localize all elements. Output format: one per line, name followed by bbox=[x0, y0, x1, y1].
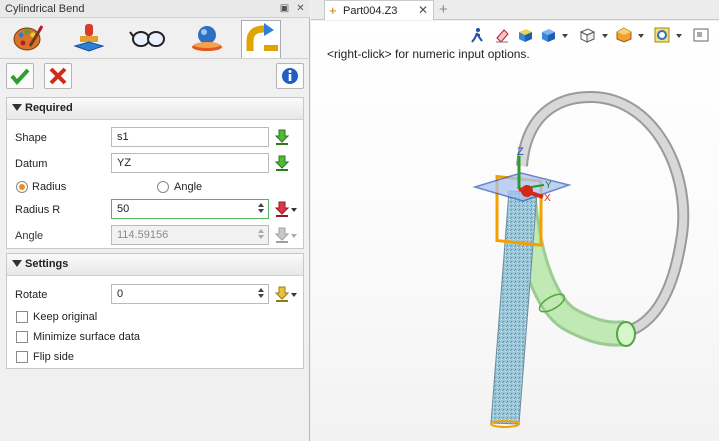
required-title: Required bbox=[25, 102, 73, 114]
part-icon: + bbox=[329, 3, 337, 18]
cylindrical-bend-panel: Cylindrical Bend ▣ ✕ Required Shape s1 D… bbox=[0, 0, 310, 441]
panel-title: Cylindrical Bend bbox=[5, 3, 85, 15]
ok-button[interactable] bbox=[6, 63, 34, 89]
axis-x-label: X bbox=[544, 193, 551, 204]
rotate-input[interactable]: 0 bbox=[111, 284, 269, 304]
angle-option-label: Angle bbox=[174, 181, 203, 193]
action-bar bbox=[0, 58, 310, 92]
pick-shape-icon[interactable] bbox=[275, 129, 289, 145]
angle-options-dropdown-icon bbox=[291, 234, 297, 238]
3d-viewport[interactable]: <right-click> for numeric input options. bbox=[311, 21, 719, 441]
rotate-options-dropdown-icon[interactable] bbox=[291, 293, 297, 297]
pick-datum-icon[interactable] bbox=[275, 155, 289, 171]
sphere-wrap-icon[interactable] bbox=[187, 20, 227, 56]
radius-options-dropdown-icon[interactable] bbox=[291, 208, 297, 212]
shape-label: Shape bbox=[15, 132, 47, 144]
cylindrical-bend-icon[interactable] bbox=[241, 20, 281, 58]
settings-header[interactable]: Settings bbox=[7, 254, 303, 276]
radius-input[interactable]: 50 bbox=[111, 199, 269, 219]
rotate-spinner[interactable] bbox=[257, 287, 265, 301]
rotate-label: Rotate bbox=[15, 289, 48, 301]
collapse-arrow-icon bbox=[12, 104, 22, 111]
shape-field[interactable]: s1 bbox=[111, 127, 269, 147]
stamp-icon[interactable] bbox=[70, 20, 110, 56]
minimize-surface-label: Minimize surface data bbox=[33, 331, 140, 343]
angle-value: 114.59156 bbox=[117, 229, 169, 241]
pick-angle-icon bbox=[275, 227, 289, 243]
cross-icon bbox=[49, 67, 67, 85]
angle-label: Angle bbox=[15, 230, 44, 242]
palette-brush-icon[interactable] bbox=[8, 20, 48, 56]
rotate-value: 0 bbox=[117, 288, 124, 300]
radius-option-label: Radius bbox=[32, 181, 67, 193]
bend-type-toolbar bbox=[0, 18, 310, 58]
panel-title-bar: Cylindrical Bend ▣ ✕ bbox=[0, 0, 310, 18]
required-header[interactable]: Required bbox=[7, 98, 303, 120]
angle-radio[interactable] bbox=[157, 181, 169, 193]
angle-spinner bbox=[257, 228, 265, 242]
axis-y-label: Y bbox=[545, 180, 552, 191]
radius-value: 50 bbox=[117, 203, 130, 215]
shape-value: s1 bbox=[117, 131, 129, 143]
radius-r-label: Radius R bbox=[15, 204, 61, 216]
radius-radio[interactable] bbox=[16, 181, 28, 193]
cancel-button[interactable] bbox=[44, 63, 72, 89]
collapse-arrow-icon bbox=[12, 260, 22, 267]
tab-label: Part004.Z3 bbox=[343, 5, 398, 17]
datum-value: YZ bbox=[117, 157, 132, 169]
check-icon bbox=[10, 68, 30, 86]
settings-title: Settings bbox=[25, 258, 69, 270]
flip-side-checkbox[interactable] bbox=[16, 351, 28, 363]
info-icon bbox=[282, 68, 298, 84]
close-tab-icon[interactable]: ✕ bbox=[418, 3, 428, 17]
axis-z-label: Z bbox=[517, 146, 524, 158]
angle-input: 114.59156 bbox=[111, 225, 269, 245]
settings-section: Settings Rotate 0 Keep original Minimize… bbox=[6, 253, 304, 369]
required-section: Required Shape s1 Datum YZ Radius Angle … bbox=[6, 97, 304, 249]
pick-radius-icon[interactable] bbox=[275, 201, 289, 217]
keep-original-label: Keep original bbox=[33, 311, 98, 323]
minimize-surface-checkbox[interactable] bbox=[16, 331, 28, 343]
keep-original-checkbox[interactable] bbox=[16, 311, 28, 323]
close-icon[interactable]: ✕ bbox=[295, 3, 306, 14]
tab-part004[interactable]: + Part004.Z3 ✕ bbox=[324, 0, 434, 20]
datum-field[interactable]: YZ bbox=[111, 153, 269, 173]
flip-side-label: Flip side bbox=[33, 351, 74, 363]
radius-spinner[interactable] bbox=[257, 202, 265, 216]
document-tab-bar: + Part004.Z3 ✕ + bbox=[311, 0, 719, 20]
pick-rotate-icon[interactable] bbox=[275, 286, 289, 302]
pin-icon[interactable]: ▣ bbox=[279, 3, 290, 14]
glasses-icon[interactable] bbox=[128, 20, 168, 56]
datum-label: Datum bbox=[15, 158, 48, 170]
bent-cylinder-model[interactable]: Z Y X bbox=[311, 21, 719, 441]
new-tab-icon[interactable]: + bbox=[439, 1, 448, 18]
help-button[interactable] bbox=[276, 63, 304, 89]
